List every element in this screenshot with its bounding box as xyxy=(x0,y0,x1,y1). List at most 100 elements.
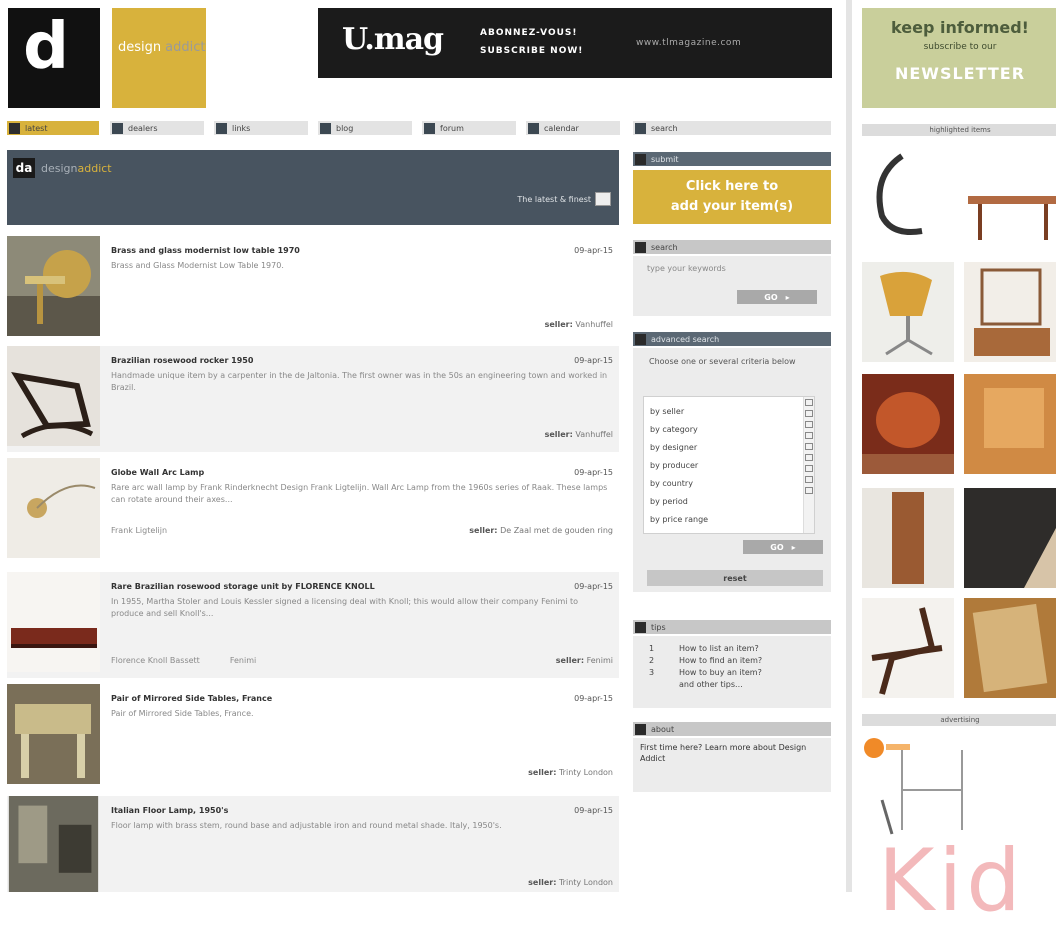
brand-block[interactable] xyxy=(112,8,206,108)
listing-thumbnail[interactable] xyxy=(7,236,100,336)
designer-link[interactable]: Florence Knoll Bassett xyxy=(111,656,200,665)
seller-name[interactable]: De Zaal met de gouden ring xyxy=(500,526,613,535)
criteria-option[interactable]: by designer xyxy=(650,443,697,452)
listing-seller[interactable]: seller: Fenimi xyxy=(556,656,613,665)
listing-seller[interactable]: seller: Vanhuffel xyxy=(545,320,613,329)
nav-tab-forum[interactable]: forum xyxy=(422,121,516,135)
listing-date: 09-apr-15 xyxy=(574,582,613,591)
advanced-go-button[interactable]: GO ▸ xyxy=(743,540,823,554)
design-addict-icon: da xyxy=(13,158,35,178)
producer-link[interactable]: Fenimi xyxy=(230,656,256,665)
highlight-tile[interactable] xyxy=(964,374,1056,474)
criteria-option[interactable]: by period xyxy=(650,497,688,506)
highlight-tile[interactable] xyxy=(964,598,1056,698)
watermark-logo: Kid xyxy=(878,831,1025,931)
listing-title[interactable]: Pair of Mirrored Side Tables, France xyxy=(111,694,272,703)
listing-item[interactable]: Pair of Mirrored Side Tables, France 09-… xyxy=(7,684,619,790)
listing-seller[interactable]: seller: De Zaal met de gouden ring xyxy=(469,526,613,535)
listing-seller[interactable]: seller: Trinty London xyxy=(528,768,613,777)
listing-thumbnail[interactable] xyxy=(7,572,100,672)
listing-item[interactable]: Rare Brazilian rosewood storage unit by … xyxy=(7,572,619,678)
keywords-input[interactable]: type your keywords xyxy=(647,264,726,273)
criteria-scrollbar[interactable] xyxy=(803,397,814,533)
criteria-option[interactable]: by producer xyxy=(650,461,698,470)
seller-name[interactable]: Fenimi xyxy=(587,656,613,665)
brand-name: design addict xyxy=(118,40,205,55)
tip-link[interactable]: How to list an item? xyxy=(679,644,829,653)
nav-tab-links[interactable]: links xyxy=(214,121,308,135)
listing-date: 09-apr-15 xyxy=(574,806,613,815)
listing-item[interactable]: Italian Floor Lamp, 1950's 09-apr-15 Flo… xyxy=(7,796,619,892)
reset-button[interactable]: reset xyxy=(647,570,823,586)
listing-title[interactable]: Globe Wall Arc Lamp xyxy=(111,468,204,477)
newsletter-line1: keep informed! xyxy=(891,18,1029,37)
search-panel: type your keywords GO ▸ xyxy=(633,256,831,316)
criteria-option[interactable]: by price range xyxy=(650,515,708,524)
about-header: about xyxy=(633,722,831,736)
seller-name[interactable]: Vanhuffel xyxy=(575,430,613,439)
listing-title[interactable]: Brazilian rosewood rocker 1950 xyxy=(111,356,253,365)
tip-link[interactable]: and other tips... xyxy=(679,680,829,689)
nav-label: dealers xyxy=(128,123,158,133)
tip-link[interactable]: How to buy an item? xyxy=(679,668,829,677)
listing-thumbnail[interactable] xyxy=(7,796,100,892)
submit-header-label: submit xyxy=(651,154,679,164)
highlight-tile[interactable] xyxy=(964,488,1056,588)
chevron-down-icon[interactable] xyxy=(595,192,611,206)
tip-link[interactable]: How to find an item? xyxy=(679,656,829,665)
designer-link[interactable]: Frank Ligtelijn xyxy=(111,526,167,535)
sort-select[interactable]: The latest & finest xyxy=(517,192,611,206)
seller-name[interactable]: Vanhuffel xyxy=(575,320,613,329)
listing-title[interactable]: Italian Floor Lamp, 1950's xyxy=(111,806,228,815)
listing-thumbnail[interactable] xyxy=(7,346,100,446)
seller-name[interactable]: Trinty London xyxy=(559,878,613,887)
highlight-tile[interactable] xyxy=(964,146,1056,246)
highlight-tile[interactable] xyxy=(964,262,1056,362)
listing-item[interactable]: Globe Wall Arc Lamp 09-apr-15 Rare arc w… xyxy=(7,458,619,564)
nav-tab-latest[interactable]: latest xyxy=(7,121,99,135)
highlight-tile[interactable] xyxy=(862,598,954,698)
listing-tags[interactable]: Frank Ligtelijn xyxy=(111,526,197,535)
criteria-option[interactable]: by seller xyxy=(650,407,684,416)
seller-label: seller: xyxy=(544,430,573,439)
listing-seller[interactable]: seller: Vanhuffel xyxy=(545,430,613,439)
listing-seller[interactable]: seller: Trinty London xyxy=(528,878,613,887)
highlight-tile[interactable] xyxy=(862,374,954,474)
listing-thumbnail[interactable] xyxy=(7,458,100,558)
tips-header: tips xyxy=(633,620,831,634)
search-go-button[interactable]: GO ▸ xyxy=(737,290,817,304)
listing-description: Handmade unique item by a carpenter in t… xyxy=(111,371,608,392)
advanced-header-label: advanced search xyxy=(651,334,720,344)
listing-thumbnail[interactable] xyxy=(7,684,100,784)
nav-tab-blog[interactable]: blog xyxy=(318,121,412,135)
logo-mark: d xyxy=(23,10,69,84)
nav-tab-search[interactable]: search xyxy=(633,121,831,135)
about-text[interactable]: First time here? Learn more about Design… xyxy=(640,742,820,764)
listing-tags[interactable]: Florence Knoll Bassett Fenimi xyxy=(111,656,286,665)
tip-item[interactable]: 2 How to find an item? xyxy=(649,656,762,665)
criteria-option[interactable]: by country xyxy=(650,479,693,488)
highlight-tile[interactable] xyxy=(862,146,954,246)
tip-item[interactable]: 3 How to buy an item? xyxy=(649,668,762,677)
nav-tab-dealers[interactable]: dealers xyxy=(110,121,204,135)
criteria-list[interactable]: by seller by category by designer by pro… xyxy=(643,396,815,534)
listing-title[interactable]: Brass and glass modernist low table 1970 xyxy=(111,246,300,255)
about-header-label: about xyxy=(651,724,675,734)
newsletter-signup[interactable]: keep informed! subscribe to our NEWSLETT… xyxy=(862,8,1056,108)
tlmag-banner-ad[interactable]: U.mag ABONNEZ-VOUS! SUBSCRIBE NOW! www.t… xyxy=(318,8,832,78)
nav-tab-calendar[interactable]: calendar xyxy=(526,121,620,135)
listing-item[interactable]: Brass and glass modernist low table 1970… xyxy=(7,236,619,342)
seller-label: seller: xyxy=(544,320,573,329)
criteria-option[interactable]: by category xyxy=(650,425,698,434)
hero-bar: da designaddict The latest & finest xyxy=(7,150,619,225)
advertising-banner[interactable] xyxy=(862,730,972,840)
tip-item[interactable]: 1 How to list an item? xyxy=(649,644,759,653)
highlight-tile[interactable] xyxy=(862,262,954,362)
add-item-button[interactable]: Click here to add your item(s) xyxy=(633,170,831,224)
listing-item[interactable]: Brazilian rosewood rocker 1950 09-apr-15… xyxy=(7,346,619,452)
seller-name[interactable]: Trinty London xyxy=(559,768,613,777)
sort-select-label: The latest & finest xyxy=(517,194,591,204)
listing-title[interactable]: Rare Brazilian rosewood storage unit by … xyxy=(111,582,375,591)
highlight-tile[interactable] xyxy=(862,488,954,588)
listing-description: Brass and Glass Modernist Low Table 1970… xyxy=(111,261,284,270)
